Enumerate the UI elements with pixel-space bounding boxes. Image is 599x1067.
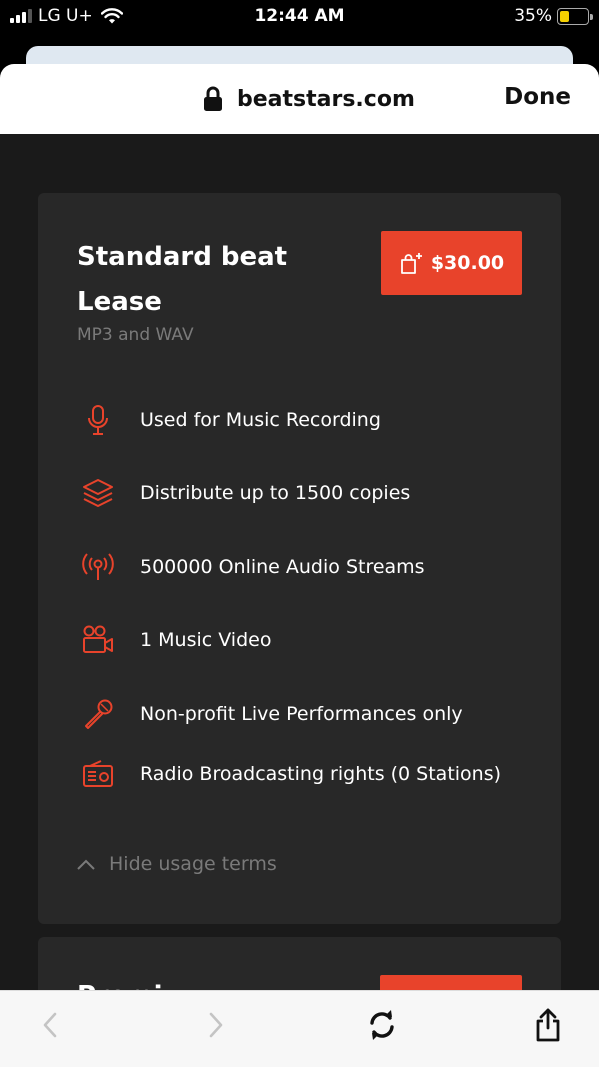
forward-icon [209, 1012, 223, 1038]
video-camera-icon [83, 625, 113, 653]
battery-icon [557, 7, 593, 25]
term-item: 500000 Online Audio Streams [81, 550, 521, 584]
term-text: Radio Broadcasting rights (0 Stations) [140, 763, 502, 785]
term-item: Used for Music Recording [81, 403, 521, 437]
back-icon [43, 1012, 57, 1038]
term-text: Distribute up to 1500 copies [140, 482, 411, 504]
broadcast-icon [82, 553, 114, 580]
term-text: Non-profit Live Performances only [140, 703, 463, 725]
shopping-bag-plus-icon [400, 253, 422, 274]
next-add-to-cart-button[interactable] [380, 975, 522, 990]
done-button[interactable]: Done [504, 84, 571, 110]
battery-level [560, 10, 570, 22]
term-text: 500000 Online Audio Streams [140, 556, 425, 578]
next-license-title: Premi [77, 981, 163, 990]
share-icon [536, 1008, 560, 1042]
term-item: Non-profit Live Performances only [81, 697, 521, 731]
term-item: Distribute up to 1500 copies [81, 476, 521, 510]
license-subtitle: MP3 and WAV [77, 325, 194, 345]
next-license-card: Premi [38, 937, 561, 990]
back-button[interactable] [32, 1007, 68, 1043]
hide-usage-terms-toggle[interactable]: Hide usage terms [77, 853, 277, 875]
page-content: Standard beat Lease MP3 and WAV $30.00 U… [0, 134, 599, 990]
microphone-icon [88, 405, 108, 435]
term-text: Used for Music Recording [140, 409, 381, 431]
status-bar: LG U+ 12:44 AM 35% [0, 0, 599, 34]
add-to-cart-button[interactable]: $30.00 [381, 231, 522, 295]
url-display[interactable]: beatstars.com [203, 86, 415, 112]
reload-button[interactable] [364, 1007, 400, 1043]
share-button[interactable] [530, 1007, 566, 1043]
browser-header: beatstars.com Done [0, 64, 599, 134]
hide-terms-label: Hide usage terms [109, 853, 277, 875]
term-text: 1 Music Video [140, 629, 272, 651]
license-card: Standard beat Lease MP3 and WAV $30.00 U… [38, 193, 561, 924]
license-title: Standard beat Lease [77, 242, 288, 317]
clock: 12:44 AM [254, 6, 345, 26]
handheld-mic-icon [85, 699, 113, 729]
battery-group: 35% [514, 6, 593, 26]
battery-percent: 35% [514, 6, 552, 26]
forward-button[interactable] [198, 1007, 234, 1043]
layers-icon [83, 479, 113, 507]
chevron-up-icon [77, 859, 95, 870]
url-text: beatstars.com [237, 86, 415, 112]
price-label: $30.00 [430, 252, 505, 274]
lock-icon [204, 86, 222, 111]
term-item: Radio Broadcasting rights (0 Stations) [81, 757, 521, 791]
reload-icon [370, 1010, 394, 1040]
term-item: 1 Music Video [81, 623, 521, 657]
browser-toolbar [0, 990, 599, 1067]
radio-icon [83, 760, 113, 787]
